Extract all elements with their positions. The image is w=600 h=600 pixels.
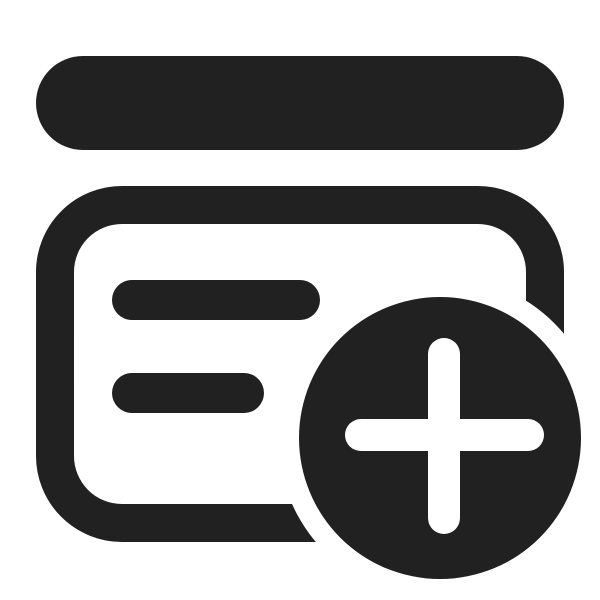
icon-canvas	[0, 0, 600, 600]
card-line-2	[112, 373, 264, 413]
card-line-1	[112, 280, 320, 320]
top-bar-shape	[36, 56, 564, 150]
add-list-card-icon	[36, 56, 581, 579]
plus-horizontal-bar	[345, 419, 544, 451]
